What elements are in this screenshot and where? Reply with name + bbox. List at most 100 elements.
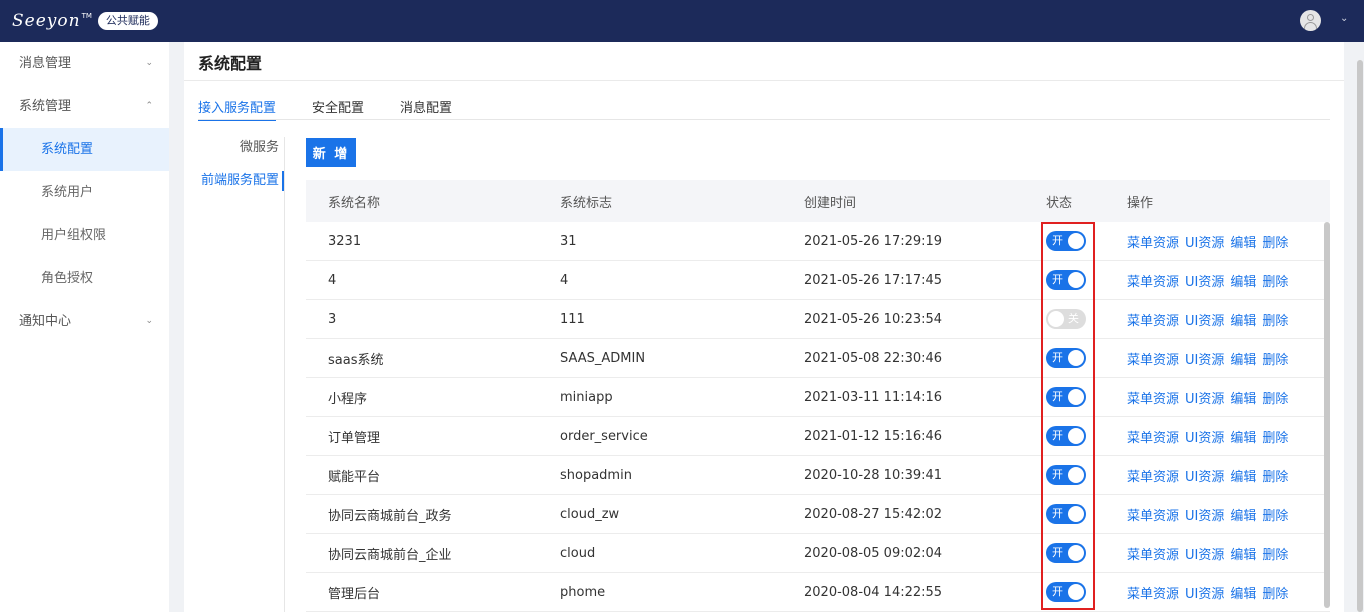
cell-created-time: 2021-05-26 17:29:19 xyxy=(804,233,943,249)
main-panel: 系统配置 接入服务配置 安全配置 消息配置 微服务 前端服务配置 新 增 系统名… xyxy=(184,42,1344,612)
cell-created-time: 2021-05-26 17:17:45 xyxy=(804,272,943,288)
cell-system-code: phome xyxy=(560,584,606,600)
edit-link[interactable]: 编辑 xyxy=(1230,275,1256,290)
table-row: 4 4 2021-05-26 17:17:45 开菜单资源 UI资源 编辑 删除 xyxy=(306,261,1330,300)
table-row: 协同云商城前台_政务 cloud_zw 2020-08-27 15:42:02 开菜单… xyxy=(306,495,1330,534)
menu-resource-link[interactable]: 菜单资源 xyxy=(1127,548,1179,563)
menu-resource-link[interactable]: 菜单资源 xyxy=(1127,314,1179,329)
cell-actions: 菜单资源 UI资源 编辑 删除 xyxy=(1116,544,1330,563)
user-menu-chevron-down-icon[interactable]: ⌄ xyxy=(1340,13,1348,24)
menu-resource-link[interactable]: 菜单资源 xyxy=(1127,470,1179,485)
ui-resource-link[interactable]: UI资源 xyxy=(1185,392,1224,407)
table-row: 3 111 2021-05-26 10:23:54 关菜单资源 UI资源 编辑 删除 xyxy=(306,300,1330,339)
status-column-highlight-box xyxy=(1041,222,1095,610)
logo-trademark: TM xyxy=(81,12,92,20)
delete-link[interactable]: 删除 xyxy=(1262,314,1288,329)
edit-link[interactable]: 编辑 xyxy=(1230,353,1256,368)
page-scrollbar[interactable] xyxy=(1357,60,1363,612)
divider xyxy=(198,119,1330,120)
cell-created-time: 2020-08-05 09:02:04 xyxy=(804,545,943,561)
cell-actions: 菜单资源 UI资源 编辑 删除 xyxy=(1116,388,1330,407)
ui-resource-link[interactable]: UI资源 xyxy=(1185,548,1224,563)
edit-link[interactable]: 编辑 xyxy=(1230,587,1256,602)
sidebar-group-label: 通知中心 xyxy=(19,314,72,329)
cell-created-time: 2021-01-12 15:16:46 xyxy=(804,428,943,444)
sub-nav: 微服务 前端服务配置 xyxy=(198,137,284,191)
delete-link[interactable]: 删除 xyxy=(1262,236,1288,251)
cell-system-code: shopadmin xyxy=(560,467,632,483)
table-body: 3231 31 2021-05-26 17:29:19 开菜单资源 UI资源 编辑 删除 4 4… xyxy=(306,222,1330,612)
user-avatar-icon[interactable] xyxy=(1300,10,1321,31)
edit-link[interactable]: 编辑 xyxy=(1230,509,1256,524)
add-button[interactable]: 新 增 xyxy=(306,138,356,167)
tab-security-config[interactable]: 安全配置 xyxy=(312,97,364,119)
cell-actions: 菜单资源 UI资源 编辑 删除 xyxy=(1116,232,1330,251)
delete-link[interactable]: 删除 xyxy=(1262,587,1288,602)
sidebar-item-role-auth[interactable]: 角色授权 xyxy=(0,257,169,300)
sidebar-item-system-users[interactable]: 系统用户 xyxy=(0,171,169,214)
subnav-item-frontend-service[interactable]: 前端服务配置 xyxy=(198,171,284,191)
delete-link[interactable]: 删除 xyxy=(1262,548,1288,563)
column-header-actions: 操作 xyxy=(1127,195,1154,211)
table-row: 赋能平台 shopadmin 2020-10-28 10:39:41 开菜单资源 UI资… xyxy=(306,456,1330,495)
delete-link[interactable]: 删除 xyxy=(1262,353,1288,368)
edit-link[interactable]: 编辑 xyxy=(1230,548,1256,563)
menu-resource-link[interactable]: 菜单资源 xyxy=(1127,392,1179,407)
cell-actions: 菜单资源 UI资源 编辑 删除 xyxy=(1116,427,1330,446)
sidebar-group-label: 消息管理 xyxy=(19,56,72,71)
menu-resource-link[interactable]: 菜单资源 xyxy=(1127,236,1179,251)
menu-resource-link[interactable]: 菜单资源 xyxy=(1127,587,1179,602)
menu-resource-link[interactable]: 菜单资源 xyxy=(1127,509,1179,524)
cell-actions: 菜单资源 UI资源 编辑 删除 xyxy=(1116,466,1330,485)
menu-resource-link[interactable]: 菜单资源 xyxy=(1127,353,1179,368)
tab-message-config[interactable]: 消息配置 xyxy=(400,97,452,119)
cell-actions: 菜单资源 UI资源 编辑 删除 xyxy=(1116,583,1330,602)
cell-actions: 菜单资源 UI资源 编辑 删除 xyxy=(1116,505,1330,524)
table-scrollbar[interactable] xyxy=(1324,222,1330,608)
cell-created-time: 2020-08-04 14:22:55 xyxy=(804,584,943,600)
cell-system-name: saas系统 xyxy=(328,352,384,368)
page-title: 系统配置 xyxy=(198,54,263,73)
sidebar-item-group-permissions[interactable]: 用户组权限 xyxy=(0,214,169,257)
sidebar-group-message[interactable]: 消息管理 ⌄ xyxy=(0,42,169,85)
divider xyxy=(184,80,1344,81)
cell-created-time: 2021-05-26 10:23:54 xyxy=(804,311,943,327)
column-header-name: 系统名称 xyxy=(328,195,381,211)
ui-resource-link[interactable]: UI资源 xyxy=(1185,353,1224,368)
table-row: 订单管理 order_service 2021-01-12 15:16:46 开菜单资… xyxy=(306,417,1330,456)
ui-resource-link[interactable]: UI资源 xyxy=(1185,587,1224,602)
table-row: 3231 31 2021-05-26 17:29:19 开菜单资源 UI资源 编辑 删除 xyxy=(306,222,1330,261)
ui-resource-link[interactable]: UI资源 xyxy=(1185,236,1224,251)
table-row: 管理后台 phome 2020-08-04 14:22:55 开菜单资源 UI资源 编辑删… xyxy=(306,573,1330,612)
tab-access-service-config[interactable]: 接入服务配置 xyxy=(198,97,277,121)
delete-link[interactable]: 删除 xyxy=(1262,275,1288,290)
cell-system-code: cloud xyxy=(560,545,596,561)
ui-resource-link[interactable]: UI资源 xyxy=(1185,275,1224,290)
delete-link[interactable]: 删除 xyxy=(1262,431,1288,446)
edit-link[interactable]: 编辑 xyxy=(1230,314,1256,329)
divider xyxy=(284,137,285,612)
sidebar-item-system-config[interactable]: 系统配置 xyxy=(0,128,169,171)
sidebar-group-notification[interactable]: 通知中心 ⌄ xyxy=(0,300,169,343)
sidebar: 消息管理 ⌄ 系统管理 ⌃ 系统配置 系统用户 用户组权限 角色授权 通知中心 … xyxy=(0,42,169,612)
menu-resource-link[interactable]: 菜单资源 xyxy=(1127,431,1179,446)
logo[interactable]: Seeyon TM 公共赋能 xyxy=(12,8,158,34)
edit-link[interactable]: 编辑 xyxy=(1230,236,1256,251)
edit-link[interactable]: 编辑 xyxy=(1230,431,1256,446)
edit-link[interactable]: 编辑 xyxy=(1230,470,1256,485)
cell-system-name: 协同云商城前台_企业 xyxy=(328,547,452,563)
subnav-item-microservice[interactable]: 微服务 xyxy=(198,137,284,171)
delete-link[interactable]: 删除 xyxy=(1262,470,1288,485)
cell-system-code: 111 xyxy=(560,311,585,327)
edit-link[interactable]: 编辑 xyxy=(1230,392,1256,407)
sidebar-group-system[interactable]: 系统管理 ⌃ xyxy=(0,85,169,128)
cell-system-name: 3231 xyxy=(328,233,362,249)
ui-resource-link[interactable]: UI资源 xyxy=(1185,431,1224,446)
logo-text: Seeyon xyxy=(12,11,81,31)
menu-resource-link[interactable]: 菜单资源 xyxy=(1127,275,1179,290)
ui-resource-link[interactable]: UI资源 xyxy=(1185,470,1224,485)
ui-resource-link[interactable]: UI资源 xyxy=(1185,509,1224,524)
delete-link[interactable]: 删除 xyxy=(1262,509,1288,524)
delete-link[interactable]: 删除 xyxy=(1262,392,1288,407)
ui-resource-link[interactable]: UI资源 xyxy=(1185,314,1224,329)
